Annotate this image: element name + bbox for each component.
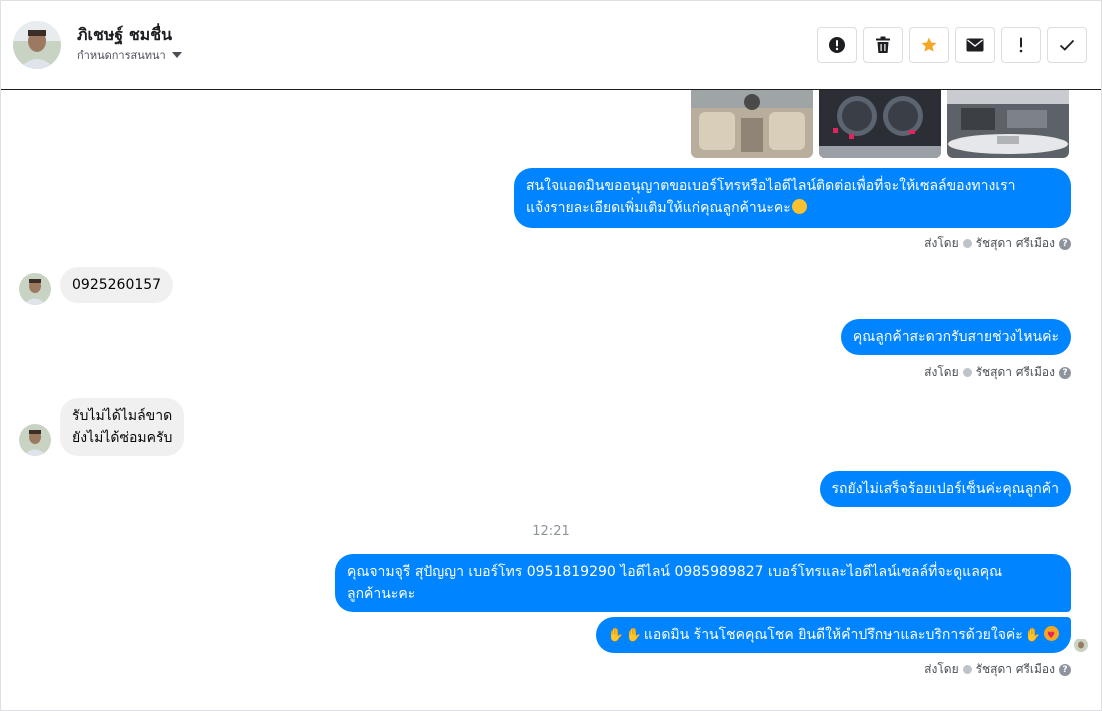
message-text-line: รับไม่ได้ไมล์ขาด bbox=[72, 408, 173, 424]
outgoing-message[interactable]: รถยังไม่เสร็จร้อยเปอร์เซ็นค่ะคุณลูกค้า bbox=[819, 471, 1071, 507]
message-text-line: แจ้งรายละเอียดเพิ่มเติมให้แก่คุณลูกค้านะ… bbox=[526, 200, 791, 216]
envelope-icon bbox=[966, 38, 984, 52]
delete-button[interactable] bbox=[863, 27, 903, 63]
exclamation-icon bbox=[1019, 37, 1023, 53]
conversation-header: ภิเชษฐ์ ชมชื่น กำหนดการสนทนา bbox=[1, 1, 1101, 90]
seen-by-avatar bbox=[1074, 638, 1088, 652]
sent-by-info: ส่งโดย รัชสุดา ศรีเมือง ? bbox=[924, 234, 1071, 253]
outgoing-message[interactable]: สนใจแอดมินขออนุญาตขอเบอร์โทรหรือไอดีไลน์… bbox=[514, 168, 1071, 228]
sent-by-label: ส่งโดย bbox=[924, 662, 959, 676]
help-icon[interactable]: ? bbox=[1059, 663, 1071, 676]
star-icon bbox=[921, 37, 937, 52]
agent-status-icon bbox=[962, 239, 972, 248]
smile-emoji-icon bbox=[791, 199, 807, 214]
photo-attachments bbox=[691, 90, 1069, 158]
sent-by-label: ส่งโดย bbox=[924, 365, 959, 379]
message-text: รถยังไม่เสร็จร้อยเปอร์เซ็นค่ะคุณลูกค้า bbox=[831, 481, 1059, 497]
follow-up-button[interactable] bbox=[1001, 27, 1041, 63]
message-text: แอดมิน ร้านโชคคุณโชค ยินดีให้คำปรึกษาและ… bbox=[643, 627, 1023, 643]
conversation-toolbar bbox=[817, 27, 1087, 63]
spam-button[interactable] bbox=[817, 27, 857, 63]
done-button[interactable] bbox=[1047, 27, 1087, 63]
contact-avatar[interactable] bbox=[13, 21, 61, 69]
agent-status-icon bbox=[962, 665, 972, 674]
alert-circle-icon bbox=[829, 37, 845, 53]
sender-avatar[interactable] bbox=[19, 424, 51, 456]
sender-avatar[interactable] bbox=[19, 273, 51, 305]
outgoing-message[interactable]: ✋ ✋ แอดมิน ร้านโชคคุณโชค ยินดีให้คำปรึกษาแ… bbox=[595, 617, 1071, 653]
sent-by-info: ส่งโดย รัชสุดา ศรีเมือง ? bbox=[924, 660, 1071, 679]
message-text: 0925260157 bbox=[72, 277, 162, 293]
sent-by-agent[interactable]: รัชสุดา ศรีเมือง bbox=[976, 660, 1055, 679]
message-thread[interactable]: สนใจแอดมินขออนุญาตขอเบอร์โทรหรือไอดีไลน์… bbox=[1, 90, 1101, 710]
sent-by-info: ส่งโดย รัชสุดา ศรีเมือง ? bbox=[924, 363, 1071, 382]
conversation-label: กำหนดการสนทนา bbox=[77, 49, 166, 62]
help-icon[interactable]: ? bbox=[1059, 366, 1071, 379]
heart-eyes-emoji-icon bbox=[1044, 625, 1059, 647]
outgoing-message[interactable]: คุณจามจุรี สุปัญญา เบอร์โทร 0951819290 ไ… bbox=[335, 554, 1071, 612]
pray-emoji-icon: ✋ bbox=[1024, 628, 1041, 643]
star-button[interactable] bbox=[909, 27, 949, 63]
message-text-line: ลูกค้านะคะ bbox=[347, 586, 416, 602]
incoming-message[interactable]: 0925260157 bbox=[60, 267, 174, 303]
message-text-line: ยังไม่ได้ซ่อมครับ bbox=[72, 430, 173, 446]
message-text: คุณลูกค้าสะดวกรับสายช่วงไหนค่ะ bbox=[852, 329, 1059, 345]
pray-emoji-icon: ✋ bbox=[625, 628, 642, 643]
message-text-line: คุณจามจุรี สุปัญญา เบอร์โทร 0951819290 ไ… bbox=[347, 564, 1003, 580]
dashboard-photo[interactable] bbox=[819, 90, 941, 158]
message-timestamp: 12:21 bbox=[532, 524, 570, 539]
agent-status-icon bbox=[962, 368, 972, 377]
contact-name: ภิเชษฐ์ ชมชื่น bbox=[77, 25, 173, 44]
sent-by-agent[interactable]: รัชสุดา ศรีเมือง bbox=[976, 363, 1055, 382]
incoming-message[interactable]: รับไม่ได้ไมล์ขาด ยังไม่ได้ซ่อมครับ bbox=[60, 398, 185, 456]
mark-unread-button[interactable] bbox=[955, 27, 995, 63]
conversation-label-dropdown[interactable]: กำหนดการสนทนา bbox=[77, 46, 182, 64]
messenger-window: ภิเชษฐ์ ชมชื่น กำหนดการสนทนา สนใจแอดมินข… bbox=[0, 0, 1102, 711]
sent-by-label: ส่งโดย bbox=[924, 236, 959, 250]
pray-emoji-icon: ✋ bbox=[607, 628, 624, 643]
help-icon[interactable]: ? bbox=[1059, 237, 1071, 250]
car-interior-photo[interactable] bbox=[691, 90, 813, 158]
message-text-line: สนใจแอดมินขออนุญาตขอเบอร์โทรหรือไอดีไลน์… bbox=[526, 178, 1016, 194]
trash-icon bbox=[876, 36, 890, 53]
engine-bay-photo[interactable] bbox=[947, 90, 1069, 158]
check-icon bbox=[1059, 39, 1075, 51]
outgoing-message[interactable]: คุณลูกค้าสะดวกรับสายช่วงไหนค่ะ bbox=[840, 319, 1071, 355]
caret-down-icon bbox=[171, 52, 182, 58]
sent-by-agent[interactable]: รัชสุดา ศรีเมือง bbox=[976, 234, 1055, 253]
